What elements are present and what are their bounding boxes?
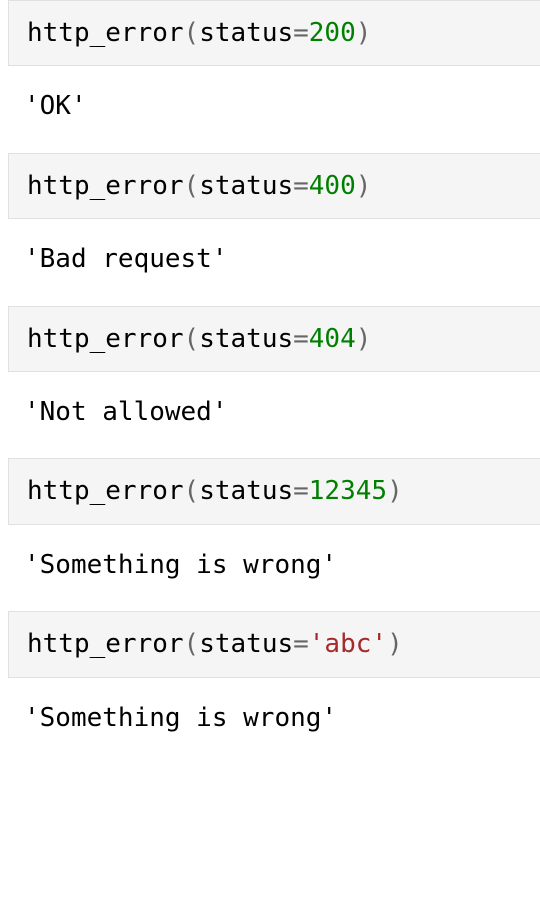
code-cell-input[interactable]: http_error(status=400) [8,153,540,219]
arg-value: 200 [309,18,356,48]
function-name: http_error [27,324,184,354]
code-cell-output: 'Bad request' [0,219,540,305]
paren-open: ( [184,476,200,506]
equals-sign: = [293,18,309,48]
function-name: http_error [27,629,184,659]
paren-close: ) [387,476,403,506]
arg-name: status [199,171,293,201]
code-cell-input[interactable]: http_error(status='abc') [8,611,540,677]
code-cell-output: 'Something is wrong' [0,525,540,611]
arg-name: status [199,18,293,48]
code-cell-input[interactable]: http_error(status=200) [8,0,540,66]
arg-name: status [199,476,293,506]
function-name: http_error [27,476,184,506]
arg-value: 400 [309,171,356,201]
equals-sign: = [293,629,309,659]
arg-value: 404 [309,324,356,354]
code-cell-input[interactable]: http_error(status=12345) [8,458,540,524]
function-name: http_error [27,18,184,48]
code-cell-output: 'OK' [0,66,540,152]
code-cell-input[interactable]: http_error(status=404) [8,306,540,372]
arg-value: 'abc' [309,629,387,659]
arg-value: 12345 [309,476,387,506]
equals-sign: = [293,324,309,354]
paren-close: ) [387,629,403,659]
paren-close: ) [356,324,372,354]
paren-open: ( [184,324,200,354]
paren-open: ( [184,18,200,48]
paren-open: ( [184,171,200,201]
code-cell-output: 'Something is wrong' [0,678,540,764]
arg-name: status [199,324,293,354]
paren-close: ) [356,171,372,201]
equals-sign: = [293,171,309,201]
arg-name: status [199,629,293,659]
paren-close: ) [356,18,372,48]
function-name: http_error [27,171,184,201]
paren-open: ( [184,629,200,659]
code-cell-output: 'Not allowed' [0,372,540,458]
equals-sign: = [293,476,309,506]
